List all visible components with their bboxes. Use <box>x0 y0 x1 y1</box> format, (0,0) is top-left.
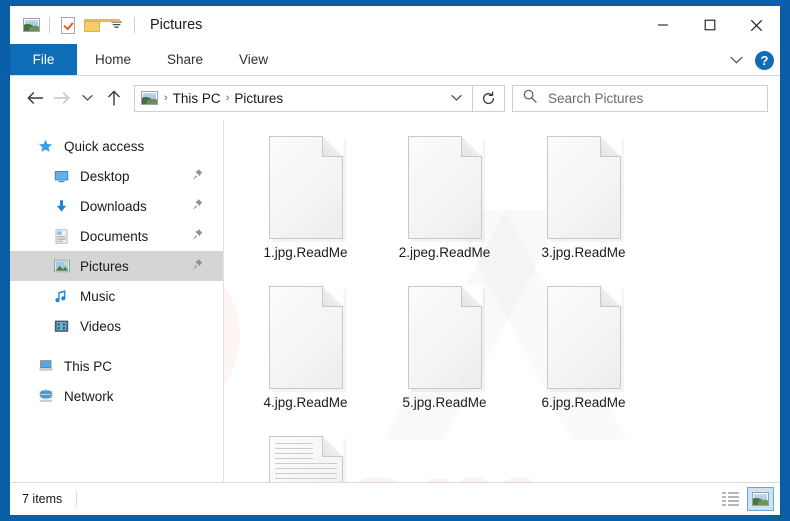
network-icon <box>38 389 58 403</box>
breadcrumb[interactable]: › This PC › Pictures <box>134 84 473 112</box>
pin-icon[interactable] <box>192 259 203 274</box>
navigation-pane: Quick access Desktop Downloads Documents… <box>10 120 223 482</box>
status-divider <box>76 491 78 507</box>
pin-icon[interactable] <box>192 229 203 244</box>
sidebar-label: Desktop <box>80 168 130 184</box>
item-count: 7 items <box>22 492 63 506</box>
file-name: 6.jpg.ReadMe <box>541 395 626 410</box>
blank-document-icon <box>407 285 485 392</box>
sidebar-item-music[interactable]: Music <box>10 281 223 311</box>
file-explorer-window: Pictures File Home Share View ? › This P… <box>9 5 781 516</box>
ribbon-tab-bar: File Home Share View ? <box>10 44 780 76</box>
sidebar-label: Music <box>80 288 116 304</box>
title-bar: Pictures <box>10 6 780 44</box>
chevron-down-icon[interactable] <box>725 49 747 71</box>
sidebar-label: Pictures <box>80 258 129 274</box>
star-icon <box>38 139 58 154</box>
file-item[interactable]: 2.jpeg.ReadMe <box>375 134 514 284</box>
breadcrumb-item-this-pc[interactable]: This PC <box>169 91 225 106</box>
blank-document-icon <box>407 135 485 242</box>
toolbar-divider-2 <box>134 17 135 33</box>
sidebar-item-network[interactable]: Network <box>10 381 223 411</box>
help-icon[interactable]: ? <box>755 50 774 70</box>
close-button[interactable] <box>733 6 780 44</box>
documents-icon <box>54 228 74 244</box>
status-bar: 7 items <box>10 482 780 515</box>
videos-icon <box>54 319 74 334</box>
breadcrumb-pictures-icon <box>141 91 158 105</box>
blank-document-icon <box>546 285 624 392</box>
quick-access-toolbar <box>10 13 141 37</box>
music-icon <box>54 289 74 304</box>
breadcrumb-dropdown-icon[interactable] <box>451 94 466 102</box>
tab-file[interactable]: File <box>10 44 77 75</box>
file-name: 5.jpg.ReadMe <box>402 395 487 410</box>
sidebar-item-downloads[interactable]: Downloads <box>10 191 223 221</box>
toolbar-divider <box>49 17 50 33</box>
ribbon-right-controls: ? <box>725 44 774 76</box>
sidebar-item-pictures[interactable]: Pictures <box>10 251 223 281</box>
explorer-body: isk.com Quick access Desktop <box>10 120 780 482</box>
large-icons-view-button[interactable] <box>747 487 774 511</box>
sidebar-label: Videos <box>80 318 122 334</box>
maximize-button[interactable] <box>686 6 733 44</box>
blank-document-icon <box>268 135 346 242</box>
desktop-icon <box>54 169 74 184</box>
pictures-icon <box>54 259 74 273</box>
text-document-icon <box>268 435 346 482</box>
forward-button[interactable] <box>48 83 74 113</box>
file-grid: 1.jpg.ReadMe 2.jpeg.ReadMe 3.jpg.ReadMe <box>236 134 780 482</box>
file-name: 4.jpg.ReadMe <box>263 395 348 410</box>
recent-locations-icon[interactable] <box>74 83 100 113</box>
sidebar-label: Quick access <box>64 138 145 154</box>
file-item[interactable]: 4.jpg.ReadMe <box>236 284 375 434</box>
pictures-icon[interactable] <box>19 13 43 37</box>
blank-document-icon <box>268 285 346 392</box>
file-name: 1.jpg.ReadMe <box>263 245 348 260</box>
window-title: Pictures <box>150 17 203 33</box>
file-item[interactable]: Read_Me.txt <box>236 434 375 482</box>
file-item[interactable]: 6.jpg.ReadMe <box>514 284 653 434</box>
search-input[interactable]: Search Pictures <box>512 84 768 112</box>
file-name: 2.jpeg.ReadMe <box>398 245 491 260</box>
sidebar-item-documents[interactable]: Documents <box>10 221 223 251</box>
breadcrumb-item-pictures[interactable]: Pictures <box>230 91 287 106</box>
search-icon <box>523 89 537 108</box>
pin-icon[interactable] <box>192 199 203 214</box>
details-view-button[interactable] <box>717 487 744 511</box>
tab-share[interactable]: Share <box>149 44 221 75</box>
address-bar: › This PC › Pictures Search Pictures <box>10 76 780 120</box>
file-item[interactable]: 1.jpg.ReadMe <box>236 134 375 284</box>
downloads-icon <box>54 199 74 214</box>
up-button[interactable] <box>100 83 128 113</box>
properties-icon[interactable] <box>56 13 80 37</box>
search-placeholder: Search Pictures <box>548 90 644 106</box>
this-pc-icon <box>38 359 58 373</box>
sidebar-item-quick-access[interactable]: Quick access <box>10 131 223 161</box>
file-item[interactable]: 5.jpg.ReadMe <box>375 284 514 434</box>
pin-icon[interactable] <box>192 169 203 184</box>
sidebar-label: Downloads <box>80 198 147 214</box>
file-item[interactable]: 3.jpg.ReadMe <box>514 134 653 284</box>
sidebar-item-desktop[interactable]: Desktop <box>10 161 223 191</box>
refresh-icon[interactable] <box>473 84 505 112</box>
back-button[interactable] <box>22 83 48 113</box>
window-controls <box>639 6 780 44</box>
file-list-pane[interactable]: 1.jpg.ReadMe 2.jpeg.ReadMe 3.jpg.ReadMe <box>224 120 780 482</box>
sidebar-label: This PC <box>64 358 113 374</box>
sidebar-item-this-pc[interactable]: This PC <box>10 351 223 381</box>
tab-home[interactable]: Home <box>77 44 149 75</box>
sidebar-label: Documents <box>80 228 149 244</box>
sidebar-item-videos[interactable]: Videos <box>10 311 223 341</box>
blank-document-icon <box>546 135 624 242</box>
new-folder-icon[interactable] <box>80 13 120 37</box>
sidebar-label: Network <box>64 388 114 404</box>
minimize-button[interactable] <box>639 6 686 44</box>
file-name: 3.jpg.ReadMe <box>541 245 626 260</box>
tab-view[interactable]: View <box>221 44 286 75</box>
customize-chevron-icon[interactable] <box>104 13 128 37</box>
view-mode-buttons <box>717 487 774 511</box>
